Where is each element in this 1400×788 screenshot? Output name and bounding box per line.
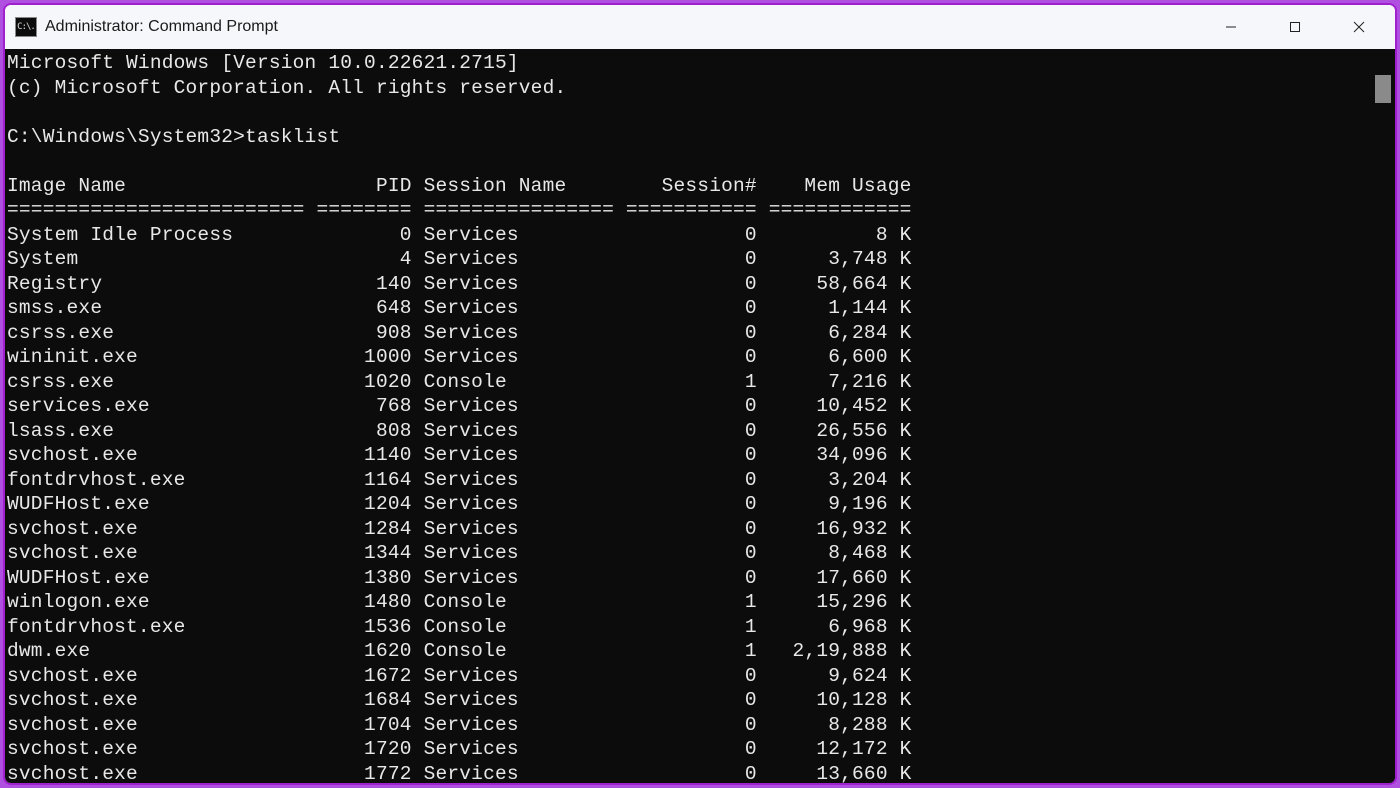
window-controls: [1199, 7, 1391, 47]
titlebar[interactable]: C:\. Administrator: Command Prompt: [5, 5, 1395, 49]
minimize-button[interactable]: [1199, 7, 1263, 47]
terminal-output[interactable]: Microsoft Windows [Version 10.0.22621.27…: [5, 49, 1371, 783]
maximize-icon: [1289, 21, 1301, 33]
scrollbar-track[interactable]: [1371, 49, 1395, 783]
cmd-icon: C:\.: [15, 17, 37, 37]
scrollbar-thumb[interactable]: [1375, 75, 1391, 103]
cmd-window: C:\. Administrator: Command Prompt Micro…: [3, 3, 1397, 785]
close-button[interactable]: [1327, 7, 1391, 47]
minimize-icon: [1225, 21, 1237, 33]
close-icon: [1353, 21, 1365, 33]
terminal-area: Microsoft Windows [Version 10.0.22621.27…: [5, 49, 1395, 783]
window-title: Administrator: Command Prompt: [45, 18, 1199, 36]
maximize-button[interactable]: [1263, 7, 1327, 47]
